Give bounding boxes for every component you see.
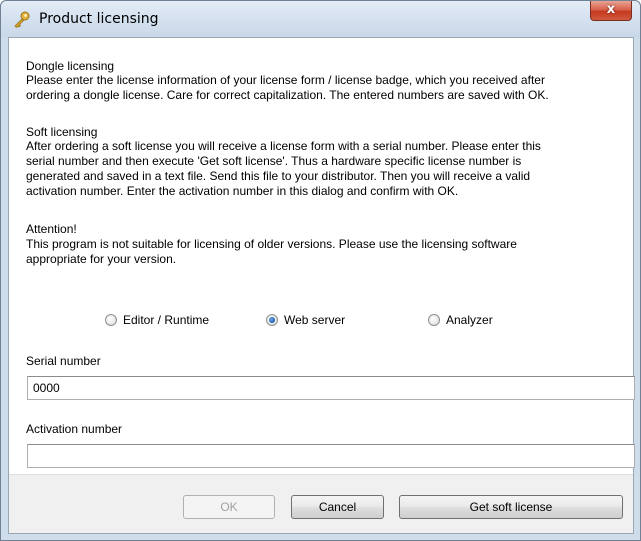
button-bar: OK Cancel Get soft license <box>9 474 633 533</box>
radio-analyzer[interactable]: Analyzer <box>428 313 493 327</box>
content-area: Dongle licensing Please enter the licens… <box>9 38 635 475</box>
serial-number-input[interactable]: 0000 <box>27 376 635 400</box>
radio-analyzer-label: Analyzer <box>446 313 493 327</box>
serial-number-label: Serial number <box>26 354 101 368</box>
dialog-client-area: Dongle licensing Please enter the licens… <box>8 37 635 534</box>
radio-editor-runtime[interactable]: Editor / Runtime <box>105 313 209 327</box>
dongle-text: Please enter the license information of … <box>26 73 549 102</box>
attention-text: This program is not suitable for licensi… <box>26 237 517 266</box>
radio-web-server-indicator[interactable] <box>266 314 278 326</box>
product-licensing-dialog: Product licensing x Dongle licensing Ple… <box>0 0 641 541</box>
radio-web-server[interactable]: Web server <box>266 313 345 327</box>
close-icon: x <box>606 2 616 17</box>
ok-button[interactable]: OK <box>183 495 275 519</box>
soft-text: After ordering a soft license you will r… <box>26 139 541 198</box>
soft-heading: Soft licensing <box>26 125 98 139</box>
activation-number-label: Activation number <box>26 422 123 436</box>
close-button[interactable]: x <box>590 1 632 21</box>
dongle-heading: Dongle licensing <box>26 59 115 73</box>
radio-web-server-label: Web server <box>284 313 346 327</box>
key-icon <box>14 11 30 28</box>
cancel-button[interactable]: Cancel <box>291 495 384 519</box>
radio-editor-runtime-label: Editor / Runtime <box>123 313 210 327</box>
get-soft-license-button[interactable]: Get soft license <box>399 495 623 519</box>
radio-analyzer-indicator[interactable] <box>428 314 440 326</box>
attention-heading: Attention! <box>26 222 77 236</box>
activation-number-input[interactable] <box>27 444 635 468</box>
window-title: Product licensing <box>39 11 159 27</box>
radio-editor-runtime-indicator[interactable] <box>105 314 117 326</box>
title-bar[interactable]: Product licensing x <box>1 1 640 37</box>
